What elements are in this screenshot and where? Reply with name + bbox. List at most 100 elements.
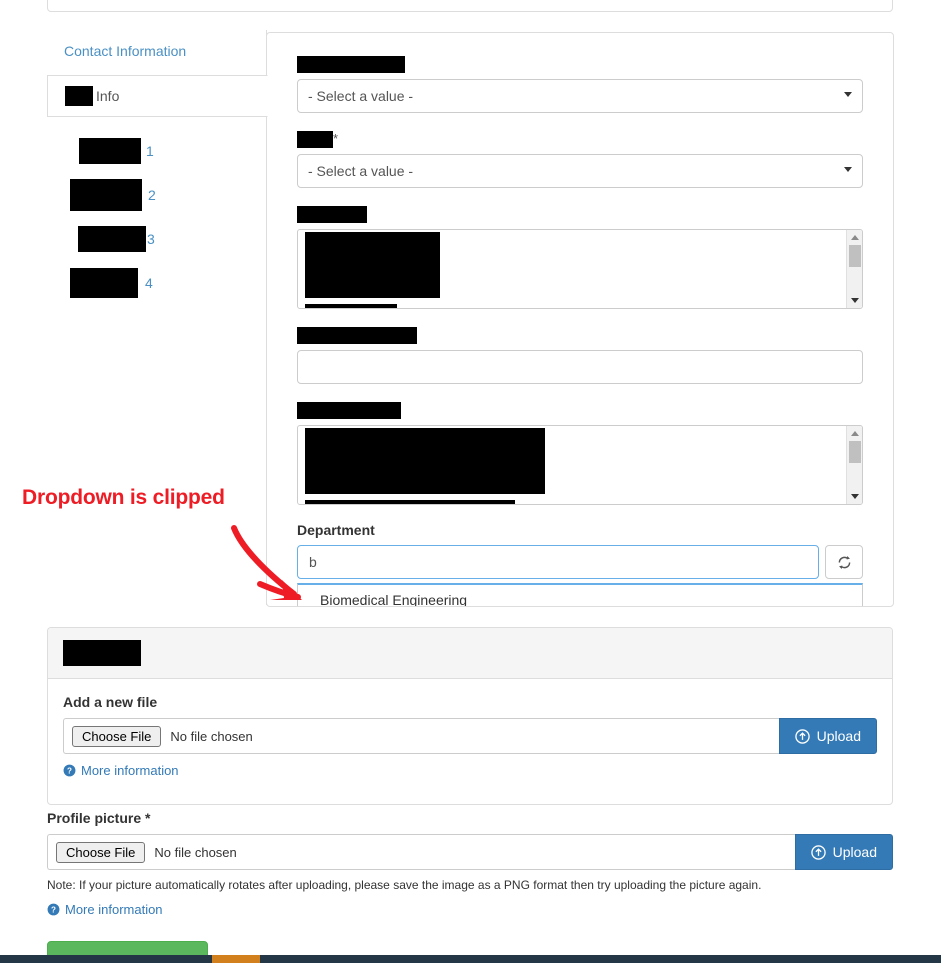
upload-button[interactable]: Upload	[778, 718, 877, 754]
redacted-block	[65, 86, 93, 106]
redacted-block	[305, 303, 397, 309]
form-field-5	[297, 401, 863, 506]
svg-text:?: ?	[67, 766, 72, 775]
file-upload-card-header	[48, 628, 892, 679]
page-root: Contact Information Info 1 2 3 4 - Selec…	[0, 0, 941, 963]
list-item[interactable]	[305, 494, 862, 505]
more-information-link[interactable]: ? More information	[47, 902, 893, 917]
department-autocomplete-list: Biomedical Engineering	[297, 583, 863, 606]
profile-picture-file-field[interactable]: Choose File No file chosen	[47, 834, 795, 870]
sidebar-item-4[interactable]: 4	[47, 261, 266, 305]
file-upload-card: Add a new file Choose File No file chose…	[47, 627, 893, 805]
tab-active-info[interactable]: Info	[47, 75, 268, 117]
file-input-field[interactable]: Choose File No file chosen	[63, 718, 779, 754]
redacted-block	[297, 56, 405, 74]
form-field-5-label	[297, 401, 863, 420]
scroll-up-arrow-icon[interactable]	[851, 431, 859, 437]
form-field-1-select[interactable]: - Select a value -	[297, 79, 863, 114]
more-information-link[interactable]: ? More information	[63, 763, 877, 778]
scroll-down-arrow-icon[interactable]	[851, 298, 859, 304]
no-file-chosen-text: No file chosen	[154, 844, 237, 860]
redacted-block	[305, 232, 440, 299]
profile-picture-input-row: Choose File No file chosen Upload	[47, 834, 893, 870]
form-field-4-label	[297, 326, 863, 345]
redacted-block	[79, 138, 141, 164]
redacted-block	[297, 131, 333, 149]
upload-circle-icon	[810, 844, 826, 860]
listbox-scrollbar[interactable]	[846, 230, 862, 309]
scrollbar-thumb[interactable]	[849, 441, 861, 464]
choose-file-button[interactable]: Choose File	[72, 725, 162, 747]
top-clipped-panel	[47, 0, 893, 12]
form-field-3-listbox[interactable]	[297, 229, 863, 310]
form-field-1-label	[297, 55, 863, 74]
redacted-block	[305, 500, 515, 505]
form-field-2: * - Select a value -	[297, 130, 863, 189]
annotation-text: Dropdown is clipped	[22, 486, 225, 509]
form-panel: - Select a value - * - Select a value -	[266, 32, 894, 607]
listbox-scrollbar[interactable]	[846, 426, 862, 505]
footer-bar	[0, 955, 941, 963]
list-item[interactable]	[305, 428, 862, 495]
department-field: Department Biomedical Engineering	[297, 522, 863, 606]
sidebar-item-2[interactable]: 2	[47, 173, 266, 217]
list-item[interactable]	[305, 232, 862, 299]
question-circle-icon: ?	[47, 903, 60, 916]
svg-text:?: ?	[51, 905, 56, 914]
more-information-label: More information	[81, 763, 179, 778]
list-item[interactable]	[305, 298, 862, 309]
profile-picture-upload-button[interactable]: Upload	[794, 834, 893, 870]
form-field-4-input[interactable]	[297, 350, 863, 385]
upload-button-label: Upload	[832, 844, 877, 860]
sidebar-item-4-label: 4	[145, 275, 153, 291]
tab-list-remaining: 1 2 3 4	[47, 117, 267, 605]
form-field-3	[297, 205, 863, 310]
refresh-icon-button[interactable]	[825, 545, 863, 580]
profile-picture-section: Profile picture * Choose File No file ch…	[47, 810, 893, 963]
scroll-down-arrow-icon[interactable]	[851, 494, 859, 500]
refresh-icon	[838, 555, 850, 569]
redacted-block	[297, 327, 417, 345]
more-information-label: More information	[65, 902, 163, 917]
add-new-file-title: Add a new file	[63, 694, 158, 710]
form-field-2-select[interactable]: - Select a value -	[297, 154, 863, 189]
file-input-row: Choose File No file chosen Upload	[63, 718, 877, 754]
sidebar-item-2-label: 2	[148, 187, 156, 203]
redacted-block	[63, 640, 141, 666]
question-circle-icon: ?	[63, 764, 76, 777]
footer-accent-segment	[212, 955, 260, 963]
redacted-block	[297, 402, 401, 420]
form-field-5-listbox[interactable]	[297, 425, 863, 506]
scrollbar-thumb[interactable]	[849, 245, 861, 268]
redacted-block	[70, 179, 142, 211]
profile-picture-label-text: Profile picture	[47, 810, 142, 826]
required-mark: *	[333, 131, 339, 147]
tab-contact-information-label: Contact Information	[64, 43, 187, 59]
vertical-tab-navigation: Contact Information Info 1 2 3 4	[47, 30, 268, 605]
tab-active-info-label: Info	[96, 88, 120, 104]
upload-circle-icon	[794, 728, 810, 744]
redacted-block	[305, 428, 545, 495]
sidebar-item-1-label: 1	[146, 143, 154, 159]
department-input[interactable]	[297, 545, 819, 580]
form-field-1: - Select a value -	[297, 55, 863, 114]
form-field-3-label	[297, 205, 863, 224]
upload-button-label: Upload	[816, 728, 861, 744]
scroll-up-arrow-icon[interactable]	[851, 235, 859, 241]
redacted-block	[70, 268, 138, 298]
autocomplete-option[interactable]: Biomedical Engineering	[298, 585, 862, 606]
tab-contact-information[interactable]: Contact Information	[47, 30, 267, 75]
redacted-block	[78, 226, 146, 252]
sidebar-item-3-label: 3	[147, 231, 155, 247]
sidebar-item-1[interactable]: 1	[47, 129, 266, 173]
form-field-4	[297, 326, 863, 385]
profile-picture-note: Note: If your picture automatically rota…	[47, 878, 762, 892]
sidebar-item-3[interactable]: 3	[47, 217, 266, 261]
profile-picture-label: Profile picture *	[47, 810, 893, 826]
choose-file-button[interactable]: Choose File	[56, 841, 146, 863]
department-label: Department	[297, 522, 375, 539]
redacted-block	[297, 206, 367, 224]
no-file-chosen-text: No file chosen	[170, 728, 253, 744]
form-field-2-label: *	[297, 130, 863, 149]
required-mark: *	[145, 810, 151, 826]
